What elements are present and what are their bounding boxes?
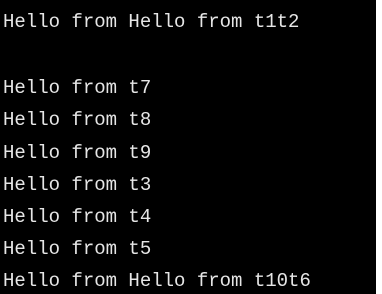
output-line: Hello from t4 xyxy=(3,206,152,228)
terminal-output[interactable]: Hello from Hello from t1t2 Hello from t7… xyxy=(0,0,376,294)
output-line: Hello from t3 xyxy=(3,174,152,196)
output-line: Hello from t9 xyxy=(3,142,152,164)
output-line: Hello from t7 xyxy=(3,77,152,99)
output-line: Hello from Hello from t1t2 xyxy=(3,11,300,33)
output-line: Hello from Hello from t10t6 xyxy=(3,270,311,292)
output-line: Hello from t8 xyxy=(3,109,152,131)
output-line: Hello from t5 xyxy=(3,238,152,260)
